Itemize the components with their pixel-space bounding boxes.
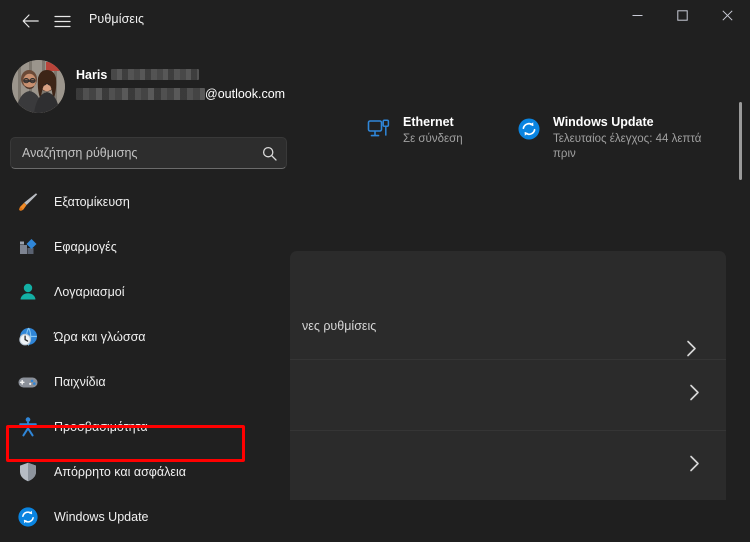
maximize-icon [677,10,688,21]
ethernet-title: Ethernet [403,115,454,129]
account-text: Haris @outlook.com [76,66,286,104]
apps-icon [16,235,40,259]
shield-icon [16,460,40,484]
sidebar: Haris @outlook.com Αναζήτηση ρύθμισης Εξ… [0,0,289,527]
ethernet-subtitle: Σε σύνδεση [403,133,463,145]
maximize-button[interactable] [660,0,705,31]
search-icon[interactable] [258,142,280,164]
sidebar-item-time-language[interactable]: Ώρα και γλώσσα [0,317,289,357]
account-name-line: Haris [76,66,286,85]
sidebar-item-label: Windows Update [54,510,149,524]
sidebar-item-apps[interactable]: Εφαρμογές [0,227,289,267]
sidebar-item-accessibility[interactable]: Προσβασιμότητα [0,407,289,447]
arrow-left-icon [22,14,39,28]
sidebar-item-label: Απόρρητο και ασφάλεια [54,465,186,479]
settings-window: Ethernet Σε σύνδεση Windows Update Τελευ… [0,0,750,527]
chevron-right-icon-row0[interactable] [686,340,697,362]
windows-update-text: Windows Update Τελευταίος έλεγχος: 44 λε… [553,114,715,162]
hamburger-icon [53,15,71,27]
status-tile-windows-update[interactable]: Windows Update Τελευταίος έλεγχος: 44 λε… [515,114,715,162]
status-tiles-row: Ethernet Σε σύνδεση Windows Update Τελευ… [290,104,730,184]
ethernet-text: Ethernet Σε σύνδεση [403,114,463,147]
sidebar-item-label: Εξατομίκευση [54,195,130,209]
windows-update-title: Windows Update [553,115,654,129]
avatar[interactable] [12,60,65,113]
account-email-line: @outlook.com [76,85,286,104]
account-email-domain: @outlook.com [205,87,286,101]
settings-card: νες ρυθμίσεις [290,251,726,500]
sidebar-item-windows-update[interactable]: Windows Update [0,497,289,537]
settings-card-row[interactable] [290,431,726,500]
gamepad-icon [16,370,40,394]
close-button[interactable] [705,0,750,31]
paintbrush-icon [16,190,40,214]
update-refresh-icon [16,505,40,529]
accessibility-icon [16,415,40,439]
account-name: Haris [76,68,108,82]
titlebar: Ρυθμίσεις [0,0,750,44]
sidebar-item-label: Εφαρμογές [54,240,117,254]
close-icon [722,10,733,21]
person-icon [16,280,40,304]
scrollbar-thumb[interactable] [739,102,742,180]
sidebar-item-accounts[interactable]: Λογαριασμοί [0,272,289,312]
settings-card-row[interactable]: νες ρυθμίσεις [290,251,726,360]
redacted-email-block [76,87,205,100]
menu-button[interactable] [40,6,84,36]
chevron-right-icon [689,384,700,406]
windows-update-subtitle: Τελευταίος έλεγχος: 44 λεπτά πριν [553,133,702,160]
ethernet-icon [365,114,393,144]
minimize-button[interactable] [615,0,660,31]
sidebar-item-label: Λογαριασμοί [54,285,125,299]
redacted-name-block [111,69,200,81]
card-row-label: νες ρυθμίσεις [302,319,377,333]
sidebar-item-gaming[interactable]: Παιχνίδια [0,362,289,402]
sidebar-item-label: Προσβασιμότητα [54,420,148,434]
account-block[interactable]: Haris @outlook.com [0,55,289,121]
sidebar-item-personalization[interactable]: Εξατομίκευση [0,182,289,222]
search-box[interactable] [10,137,287,169]
clock-globe-icon [16,325,40,349]
sidebar-nav-list: Εξατομίκευση Εφαρμογές Λογαριασμοί Ώρα κ… [0,182,289,542]
page-title: Ρυθμίσεις [89,12,145,26]
minimize-icon [632,15,643,16]
sidebar-item-label: Ώρα και γλώσσα [54,330,146,344]
sidebar-item-privacy-security[interactable]: Απόρρητο και ασφάλεια [0,452,289,492]
sidebar-item-label: Παιχνίδια [54,375,106,389]
status-tile-ethernet[interactable]: Ethernet Σε σύνδεση [365,114,515,147]
settings-card-row[interactable] [290,360,726,431]
search-input[interactable] [22,138,247,168]
update-refresh-icon [515,114,543,144]
content-scrollbar[interactable] [735,94,747,494]
chevron-right-icon [689,455,700,477]
